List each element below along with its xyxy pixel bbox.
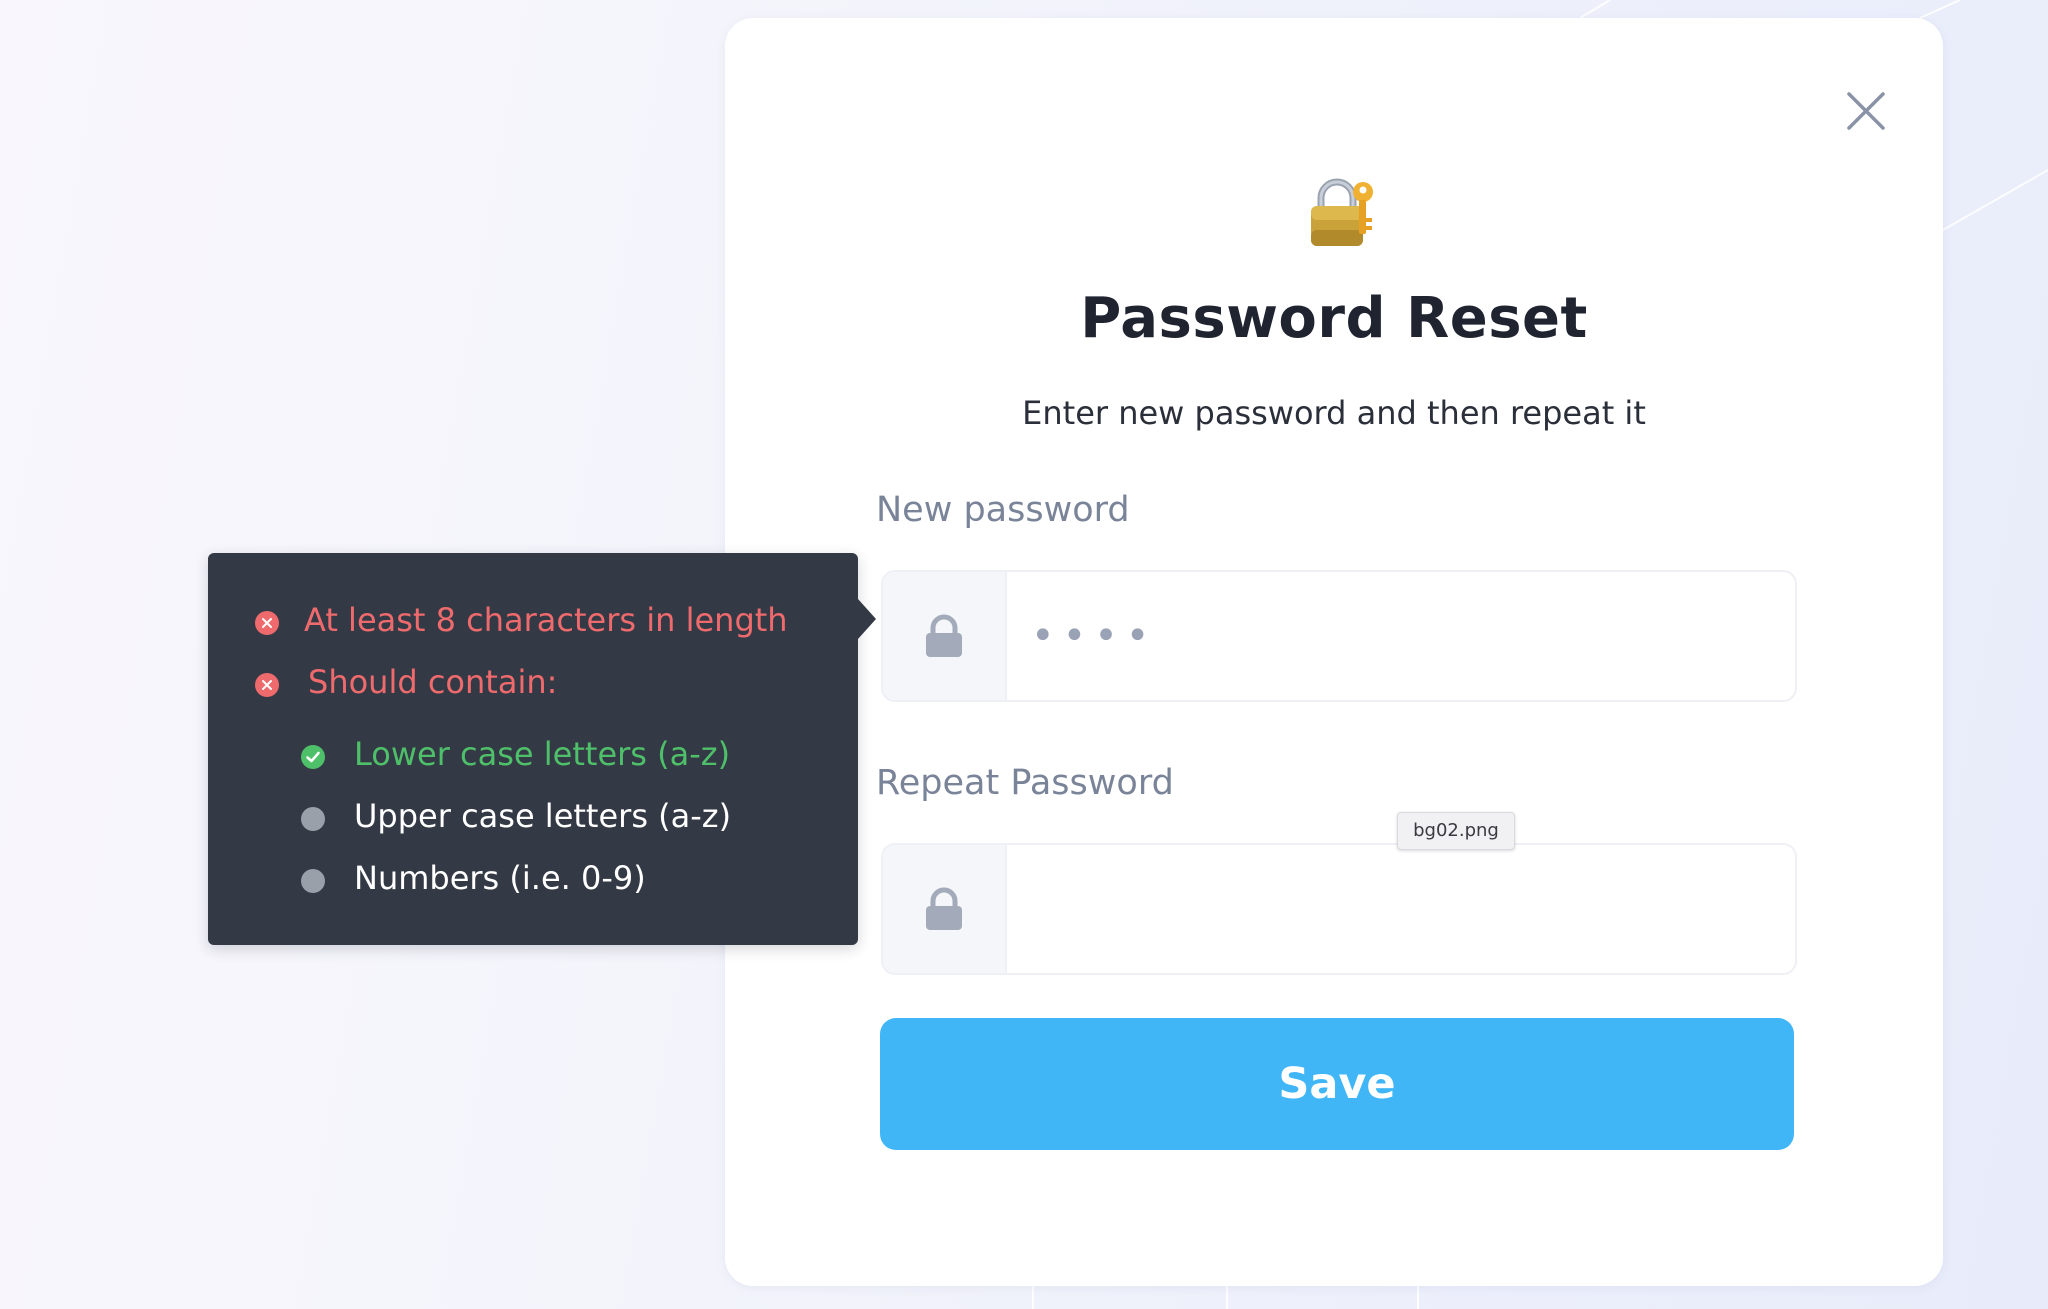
repeat-password-icon-box [883,845,1007,973]
lock-icon [926,614,962,657]
requirement-label: Numbers (i.e. 0-9) [354,859,646,897]
check-circle-icon [301,745,325,769]
new-password-field[interactable] [881,570,1797,702]
page-title: Password Reset [1080,286,1588,351]
requirement-label: At least 8 characters in length [304,601,788,639]
save-button[interactable]: Save [880,1018,1794,1150]
repeat-password-field[interactable] [881,843,1797,975]
error-icon [255,673,279,697]
password-requirements-tooltip: At least 8 characters in length Should c… [208,553,876,945]
new-password-label: New password [876,490,1130,530]
new-password-input[interactable] [1007,572,1787,700]
new-password-icon-box [883,572,1007,700]
error-icon [255,611,279,635]
lock-icon [926,887,962,930]
lock-with-key-icon [1303,170,1383,250]
tooltip-arrow [858,599,876,639]
repeat-password-input[interactable] [1007,845,1787,973]
requirement-label: Lower case letters (a-z) [354,735,731,773]
page-subtitle: Enter new password and then repeat it [1022,394,1646,432]
neutral-dot-icon [301,869,325,893]
requirement-label: Should contain: [308,663,558,701]
close-icon[interactable] [1835,80,1897,142]
password-reset-modal: Password Reset Enter new password and th… [725,18,1943,1286]
neutral-dot-icon [301,807,325,831]
requirement-label: Upper case letters (a-z) [354,797,732,835]
repeat-password-label: Repeat Password [876,763,1174,803]
close-button[interactable] [1835,80,1897,142]
file-name-tag: bg02.png [1397,812,1515,850]
